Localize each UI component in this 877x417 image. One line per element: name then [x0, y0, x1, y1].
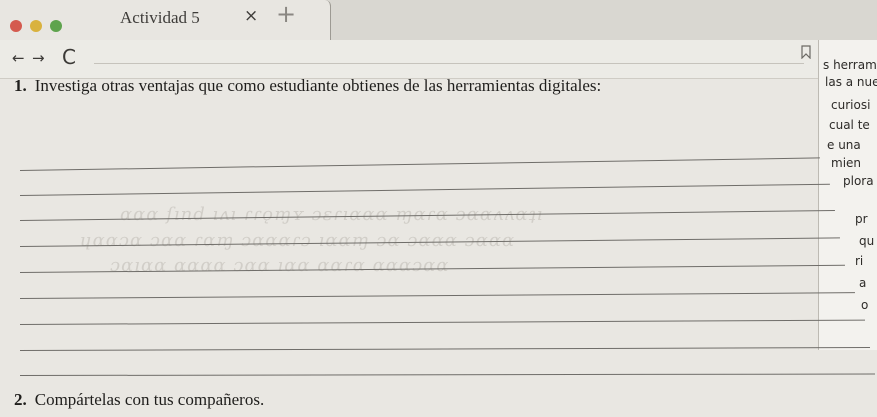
reload-icon[interactable]: C: [62, 45, 76, 69]
side-text: o: [861, 298, 869, 312]
side-text: a: [859, 276, 867, 290]
side-text: pr: [855, 212, 868, 226]
answer-line[interactable]: [19, 157, 820, 171]
side-text: curiosi: [831, 98, 871, 112]
side-text: s herram: [823, 58, 877, 72]
side-text: cual te: [829, 118, 870, 132]
side-text: qu: [859, 234, 875, 248]
tab-strip: Actividad 5 × +: [0, 0, 877, 40]
answer-line[interactable]: [19, 183, 830, 196]
question-2-number: 2.: [14, 390, 27, 409]
question-1: 1. Investiga otras ventajas que como estu…: [14, 76, 601, 96]
minimize-window-dot[interactable]: [30, 20, 42, 32]
answer-line[interactable]: [19, 319, 865, 325]
forward-arrow-icon[interactable]: →: [32, 49, 45, 67]
handwriting-ghost: ɔɑıɑɑ ɑɑɑɑ ɔɑɑ ıɑɑ ɑɑɾɑ ɑɑɑɔɑɑ: [110, 255, 450, 276]
close-window-dot[interactable]: [10, 20, 22, 32]
side-text: las a nue: [825, 75, 877, 89]
question-1-number: 1.: [14, 76, 27, 95]
new-tab-icon[interactable]: +: [276, 0, 296, 28]
answer-line[interactable]: [19, 347, 870, 351]
back-arrow-icon[interactable]: ←: [12, 49, 25, 67]
address-bar[interactable]: [94, 53, 804, 64]
side-text: e una: [827, 138, 861, 152]
answer-line[interactable]: [19, 373, 875, 376]
side-page: s herram las a nue curiosi cual te e una…: [818, 40, 877, 350]
bookmark-icon[interactable]: [800, 45, 812, 59]
question-2-text: Compártelas con tus compañeros.: [34, 390, 265, 409]
side-text: mien: [831, 156, 862, 170]
side-text: plora: [843, 174, 874, 188]
side-text: ri: [855, 254, 864, 268]
tab-title: Actividad 5: [120, 8, 200, 27]
answer-line[interactable]: [19, 292, 855, 299]
question-1-text: Investiga otras ventajas que como estudi…: [34, 76, 602, 95]
close-icon[interactable]: ×: [244, 6, 258, 26]
maximize-window-dot[interactable]: [50, 20, 62, 32]
question-2: 2. Compártelas con tus compañeros.: [14, 390, 264, 410]
